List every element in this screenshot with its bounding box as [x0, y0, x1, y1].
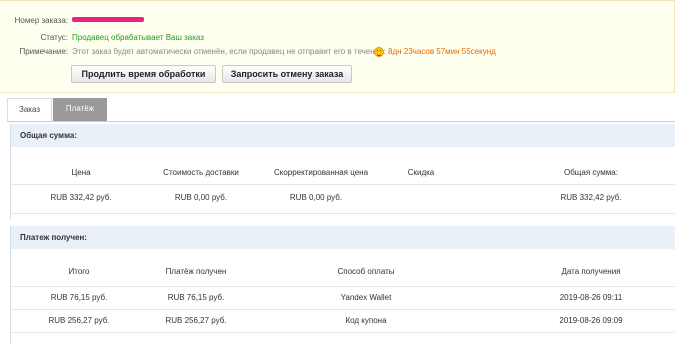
- tab-divider: [7, 121, 675, 122]
- header-adjusted-price: Скорректированная цена: [273, 168, 369, 177]
- table-row-1-date: 2019-08-26 09:11: [559, 293, 623, 302]
- order-number-row: Номер заказа:: [0, 15, 675, 27]
- table-row-1-subtotal: RUB 76,15 руб.: [50, 293, 108, 302]
- header-price: Цена: [71, 168, 91, 177]
- total-sum-title: Общая сумма:: [11, 124, 675, 147]
- value-shipping-cost: RUB 0,00 руб.: [174, 193, 228, 202]
- header-divider: [11, 184, 675, 185]
- order-info-panel: Номер заказа: Статус: Продавец обрабатыв…: [0, 0, 675, 93]
- table-row-2-received: RUB 256,27 руб.: [165, 316, 227, 325]
- table-row-2-method: Код купона: [345, 316, 387, 325]
- header-discount: Скидка: [407, 168, 435, 177]
- status-value: Продавец обрабатывает Ваш заказ: [72, 33, 204, 42]
- total-sum-panel: Общая сумма: Цена Стоимость доставки Ско…: [10, 124, 675, 220]
- header-payment-received: Платёж получен: [165, 267, 227, 276]
- header-total-sum: Общая сумма:: [564, 168, 618, 177]
- header-subtotal: Итого: [68, 267, 90, 276]
- request-cancel-order-button[interactable]: Запросить отмену заказа: [222, 65, 352, 83]
- value-total-sum: RUB 332,42 руб.: [560, 193, 622, 202]
- table-row-2-date: 2019-08-26 09:09: [559, 316, 623, 325]
- countdown-timer: 8дн 23часов 57мин 55секунд: [388, 47, 496, 56]
- order-number-label: Номер заказа:: [14, 16, 68, 25]
- header-payment-method: Способ оплаты: [337, 267, 395, 276]
- tab-payment[interactable]: Платёж: [53, 98, 107, 122]
- payment-received-panel: Платеж получен: Итого Платёж получен Спо…: [10, 226, 675, 343]
- note-text: Этот заказ будет автоматически отменён, …: [72, 47, 386, 56]
- smiley-clock-icon: [374, 47, 384, 57]
- status-label: Статус:: [40, 33, 68, 42]
- table-row-1-method: Yandex Wallet: [340, 293, 392, 302]
- value-price: RUB 332,42 руб.: [50, 193, 112, 202]
- header-divider: [11, 286, 675, 287]
- value-discount: [391, 192, 451, 204]
- row-divider: [11, 332, 675, 333]
- payment-received-title: Платеж получен:: [11, 226, 675, 249]
- order-number-value: [72, 15, 144, 27]
- extend-processing-time-button[interactable]: Продлить время обработки: [71, 65, 216, 83]
- note-row: Примечание: Этот заказ будет автоматичес…: [0, 46, 675, 58]
- table-row-1-received: RUB 76,15 руб.: [167, 293, 225, 302]
- header-shipping-cost: Стоимость доставки: [163, 168, 239, 177]
- tab-order[interactable]: Заказ: [7, 98, 52, 122]
- row-divider: [11, 213, 675, 214]
- note-label: Примечание:: [19, 47, 68, 56]
- status-row: Статус: Продавец обрабатывает Ваш заказ: [0, 32, 675, 44]
- header-received-date: Дата получения: [561, 267, 621, 276]
- row-divider: [11, 309, 675, 310]
- redacted-order-number: [72, 16, 144, 22]
- value-adjusted-price: RUB 0,00 руб.: [289, 193, 343, 202]
- table-row-2-subtotal: RUB 256,27 руб.: [48, 316, 110, 325]
